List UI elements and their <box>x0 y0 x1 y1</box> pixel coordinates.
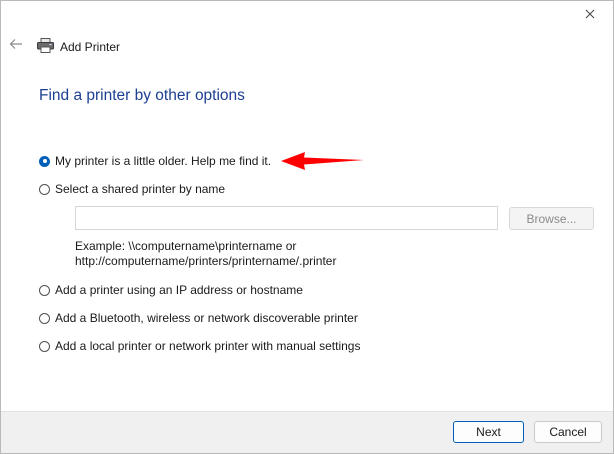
radio-bluetooth-wireless[interactable] <box>39 312 50 324</box>
next-button[interactable]: Next <box>453 421 524 443</box>
annotation-arrow-icon <box>280 149 366 178</box>
radio-local-manual[interactable] <box>39 340 50 352</box>
option-label: Add a Bluetooth, wireless or network dis… <box>55 311 358 325</box>
option-label: Add a local printer or network printer w… <box>55 339 361 353</box>
page-title: Find a printer by other options <box>39 87 245 104</box>
option-older-printer[interactable]: My printer is a little older. Help me fi… <box>39 154 271 168</box>
printer-icon <box>37 38 54 56</box>
close-button[interactable] <box>575 4 605 26</box>
option-ip-address[interactable]: Add a printer using an IP address or hos… <box>39 283 303 297</box>
close-icon <box>585 6 595 24</box>
option-shared-printer[interactable]: Select a shared printer by name <box>39 182 225 196</box>
option-bluetooth-wireless[interactable]: Add a Bluetooth, wireless or network dis… <box>39 311 358 325</box>
option-label: My printer is a little older. Help me fi… <box>55 154 272 168</box>
option-local-manual[interactable]: Add a local printer or network printer w… <box>39 339 360 353</box>
footer-bar: Next Cancel <box>1 411 613 453</box>
add-printer-window: Add Printer Find a printer by other opti… <box>0 0 614 454</box>
radio-ip-address[interactable] <box>39 284 50 296</box>
back-arrow-icon <box>9 37 23 55</box>
browse-button[interactable]: Browse... <box>509 207 594 230</box>
option-label: Add a printer using an IP address or hos… <box>55 283 303 297</box>
back-button[interactable] <box>7 37 25 55</box>
shared-printer-name-input[interactable] <box>75 206 498 230</box>
radio-older-printer[interactable] <box>39 155 50 167</box>
example-line-1: Example: \\computername\printername or <box>75 239 297 253</box>
example-text: Example: \\computername\printername or h… <box>75 239 336 269</box>
wizard-header: Add Printer <box>37 38 120 56</box>
example-line-2: http://computername/printers/printername… <box>75 254 337 268</box>
window-title: Add Printer <box>60 40 121 54</box>
radio-shared-printer[interactable] <box>39 183 50 195</box>
cancel-button[interactable]: Cancel <box>534 421 602 443</box>
option-label: Select a shared printer by name <box>55 182 226 196</box>
